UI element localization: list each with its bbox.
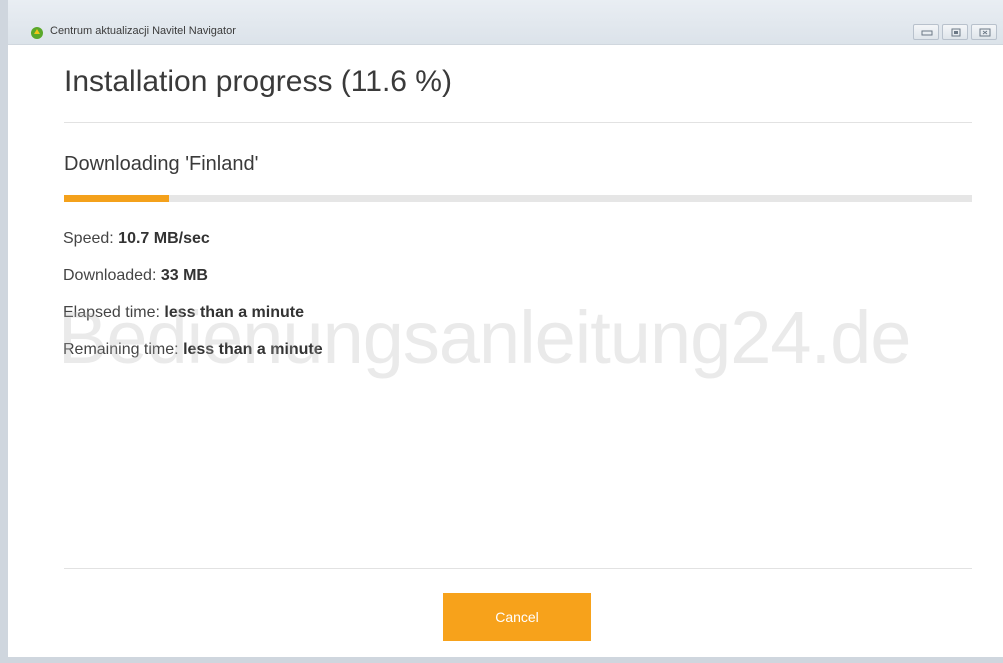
maximize-icon[interactable] bbox=[942, 24, 968, 40]
title-bar[interactable]: Centrum aktualizacji Navitel Navigator bbox=[8, 0, 1003, 45]
navitel-app-icon bbox=[30, 26, 44, 40]
stat-value: less than a minute bbox=[164, 304, 304, 321]
close-icon[interactable] bbox=[971, 24, 997, 40]
download-task-label: Downloading 'Finland' bbox=[64, 153, 259, 175]
updater-window: Centrum aktualizacji Navitel Navigator I… bbox=[0, 0, 1003, 663]
minimize-icon[interactable] bbox=[913, 24, 939, 40]
footer-divider bbox=[64, 568, 972, 569]
stat-label: Remaining time: bbox=[63, 341, 179, 358]
stat-value: 10.7 MB/sec bbox=[118, 230, 210, 247]
cancel-button[interactable]: Cancel bbox=[443, 593, 591, 641]
window-controls bbox=[913, 24, 997, 40]
stat-remaining-time: Remaining time: less than a minute bbox=[63, 340, 323, 377]
stat-label: Downloaded: bbox=[63, 267, 157, 284]
window-title: Centrum aktualizacji Navitel Navigator bbox=[50, 25, 236, 37]
stat-label: Speed: bbox=[63, 230, 114, 247]
stat-speed: Speed: 10.7 MB/sec bbox=[63, 229, 323, 266]
stat-value: less than a minute bbox=[183, 341, 323, 358]
download-stats: Speed: 10.7 MB/sec Downloaded: 33 MB Ela… bbox=[63, 229, 323, 377]
progress-bar-fill bbox=[64, 195, 170, 202]
stat-value: 33 MB bbox=[160, 267, 208, 284]
header-divider bbox=[64, 122, 972, 123]
progress-bar bbox=[64, 195, 972, 202]
stat-label: Elapsed time: bbox=[63, 304, 160, 321]
stat-downloaded: Downloaded: 33 MB bbox=[63, 266, 323, 303]
stat-elapsed-time: Elapsed time: less than a minute bbox=[63, 303, 323, 340]
page-title: Installation progress (11.6 %) bbox=[64, 65, 452, 98]
content-area: Installation progress (11.6 %) Downloadi… bbox=[16, 45, 1003, 657]
